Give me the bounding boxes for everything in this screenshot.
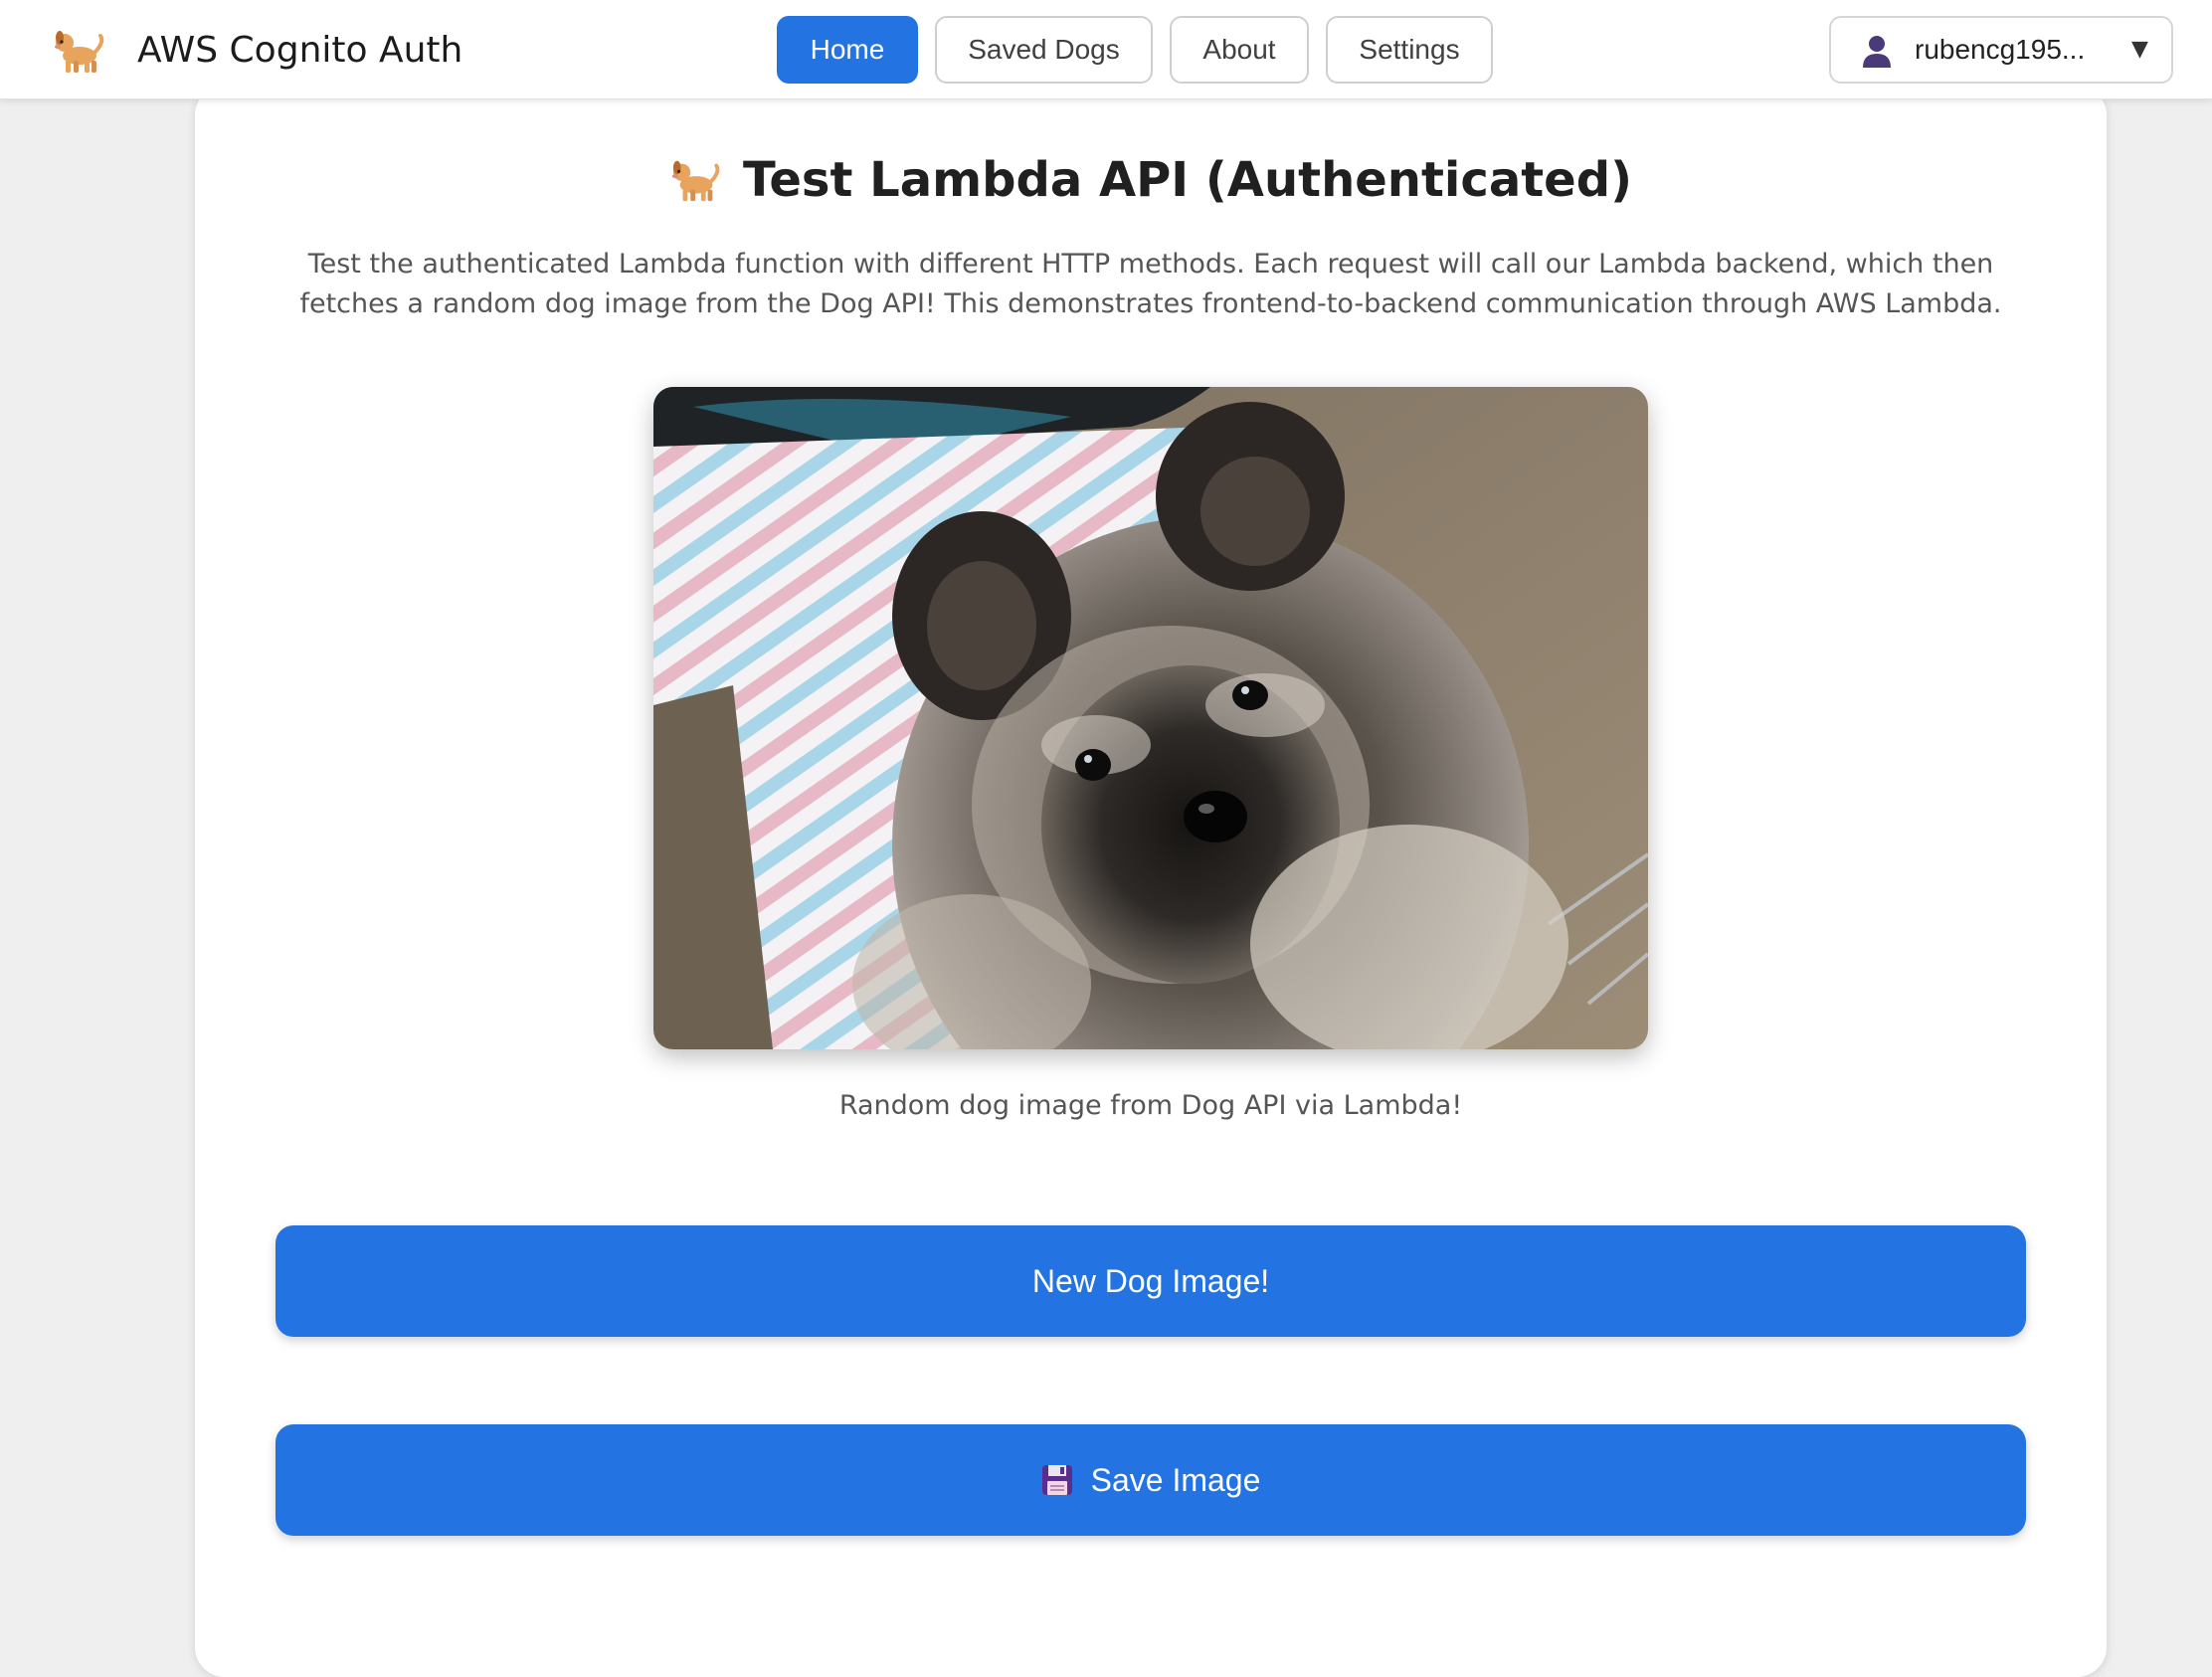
dog-icon	[55, 31, 104, 73]
top-navigation-bar: AWS Cognito Auth Home Saved Dogs About S…	[0, 0, 2212, 99]
new-dog-image-label: New Dog Image!	[1031, 1262, 1270, 1299]
user-menu-dropdown[interactable]: rubencg195... ▼	[1829, 16, 2173, 84]
new-dog-image-button[interactable]: New Dog Image!	[276, 1225, 2026, 1337]
nav-settings-button[interactable]: Settings	[1326, 16, 1493, 84]
page-description: Test the authenticated Lambda function w…	[299, 249, 2002, 319]
save-image-label: Save Image	[1090, 1461, 1261, 1498]
nav-home-button[interactable]: Home	[777, 16, 918, 84]
nav-saved-dogs-button[interactable]: Saved Dogs	[935, 16, 1153, 84]
nav-about-button[interactable]: About	[1170, 16, 1309, 84]
save-image-button[interactable]: Save Image	[276, 1424, 2026, 1536]
chevron-down-icon: ▼	[2131, 37, 2148, 62]
dog-image	[653, 387, 1648, 1049]
user-icon	[1863, 36, 1891, 68]
main-card: Test Lambda API (Authenticated) Test the…	[195, 86, 2107, 1677]
app-title: AWS Cognito Auth	[137, 30, 463, 71]
page-title: Test Lambda API (Authenticated)	[743, 152, 1632, 208]
username-label: rubencg195...	[1915, 34, 2086, 65]
dog-photo	[653, 387, 1648, 1049]
page-heading: Test Lambda API (Authenticated)	[195, 145, 2107, 215]
dog-icon	[671, 160, 720, 202]
floppy-disk-icon	[1041, 1465, 1072, 1495]
image-caption: Random dog image from Dog API via Lambda…	[838, 1090, 1463, 1121]
